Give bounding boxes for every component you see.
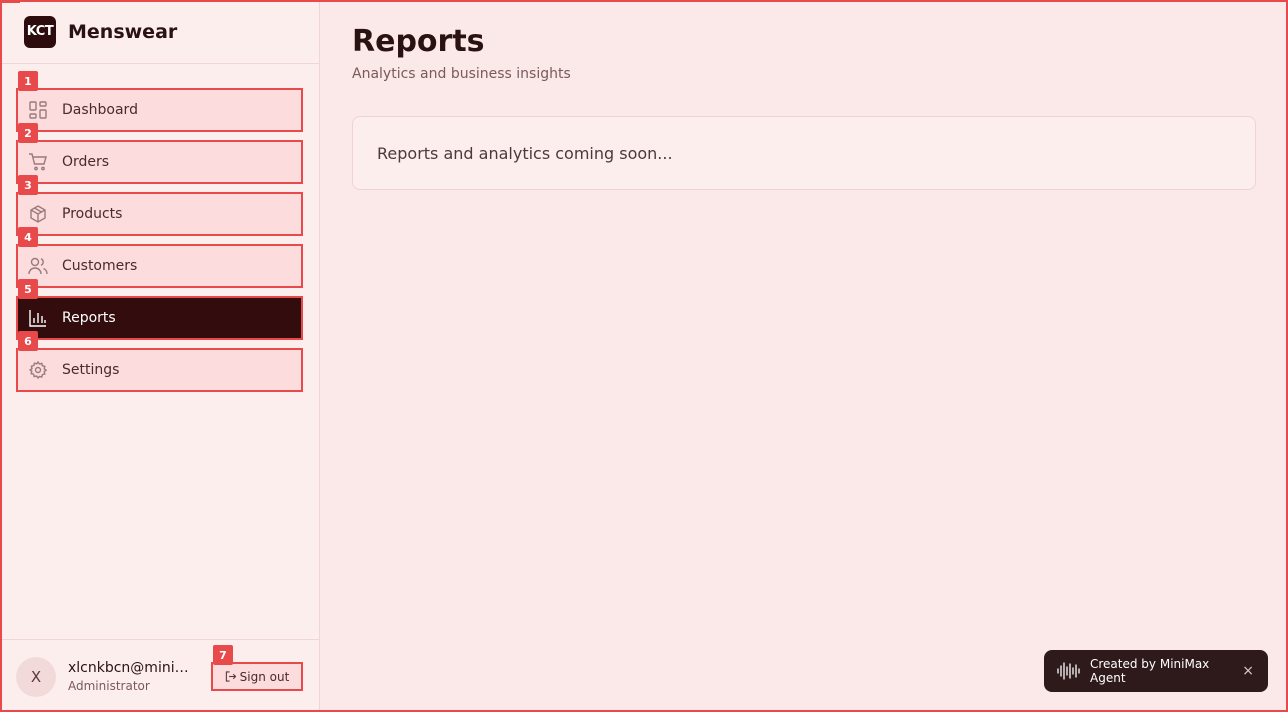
- dashboard-icon: [28, 100, 48, 120]
- nav-badge-dashboard: 1: [18, 71, 38, 91]
- brand-name: Menswear: [68, 20, 178, 43]
- brand: KCT Menswear: [0, 0, 319, 64]
- sidebar-item-products[interactable]: Products: [16, 192, 303, 236]
- sidebar-item-dashboard[interactable]: Dashboard: [16, 88, 303, 132]
- placeholder-text: Reports and analytics coming soon...: [377, 143, 673, 163]
- sidebar-item-label: Orders: [62, 154, 110, 170]
- sidebar-item-label: Products: [62, 206, 123, 222]
- user-role: Administrator: [68, 679, 150, 693]
- nav-badge-reports: 5: [18, 279, 38, 299]
- users-icon: [28, 256, 48, 276]
- page-title: Reports: [352, 24, 485, 59]
- sidebar-item-label: Dashboard: [62, 102, 138, 118]
- user-email: xlcnkbcn@minimax.com: [68, 660, 193, 676]
- toast-text: Created by MiniMax Agent: [1090, 657, 1210, 685]
- bar-chart-icon: [28, 308, 48, 328]
- sidebar: KCT Menswear 1 2 3 4 5 6 Dashboard Order…: [0, 0, 320, 712]
- brand-logo: KCT: [24, 15, 56, 48]
- nav-badge-settings: 6: [18, 331, 38, 351]
- sidebar-item-label: Reports: [62, 310, 116, 326]
- gear-icon: [28, 360, 48, 380]
- avatar: X: [16, 657, 56, 697]
- sidebar-footer: X xlcnkbcn@minimax.com Administrator 7 S…: [0, 639, 319, 712]
- signout-badge: 7: [213, 645, 233, 665]
- nav-badge-customers: 4: [18, 227, 38, 247]
- sign-out-label: Sign out: [239, 669, 290, 684]
- sidebar-item-reports[interactable]: Reports: [16, 296, 303, 340]
- annotation-corner: [2, 0, 20, 3]
- page-subtitle: Analytics and business insights: [352, 66, 571, 82]
- sidebar-item-label: Customers: [62, 258, 138, 274]
- main-content: Reports Analytics and business insights …: [320, 0, 1288, 712]
- waveform-icon: [1056, 661, 1082, 681]
- nav-badge-orders: 2: [18, 123, 38, 143]
- reports-placeholder-card: Reports and analytics coming soon...: [352, 116, 1256, 190]
- sidebar-item-label: Settings: [62, 362, 120, 378]
- close-icon[interactable]: ×: [1242, 663, 1254, 679]
- package-icon: [28, 204, 48, 224]
- cart-icon: [28, 152, 48, 172]
- sign-out-button[interactable]: Sign out: [211, 662, 303, 691]
- sidebar-item-orders[interactable]: Orders: [16, 140, 303, 184]
- created-by-toast[interactable]: Created by MiniMax Agent ×: [1044, 650, 1268, 692]
- logout-icon: [225, 671, 236, 682]
- nav-badge-products: 3: [18, 175, 38, 195]
- sidebar-item-customers[interactable]: Customers: [16, 244, 303, 288]
- sidebar-item-settings[interactable]: Settings: [16, 348, 303, 392]
